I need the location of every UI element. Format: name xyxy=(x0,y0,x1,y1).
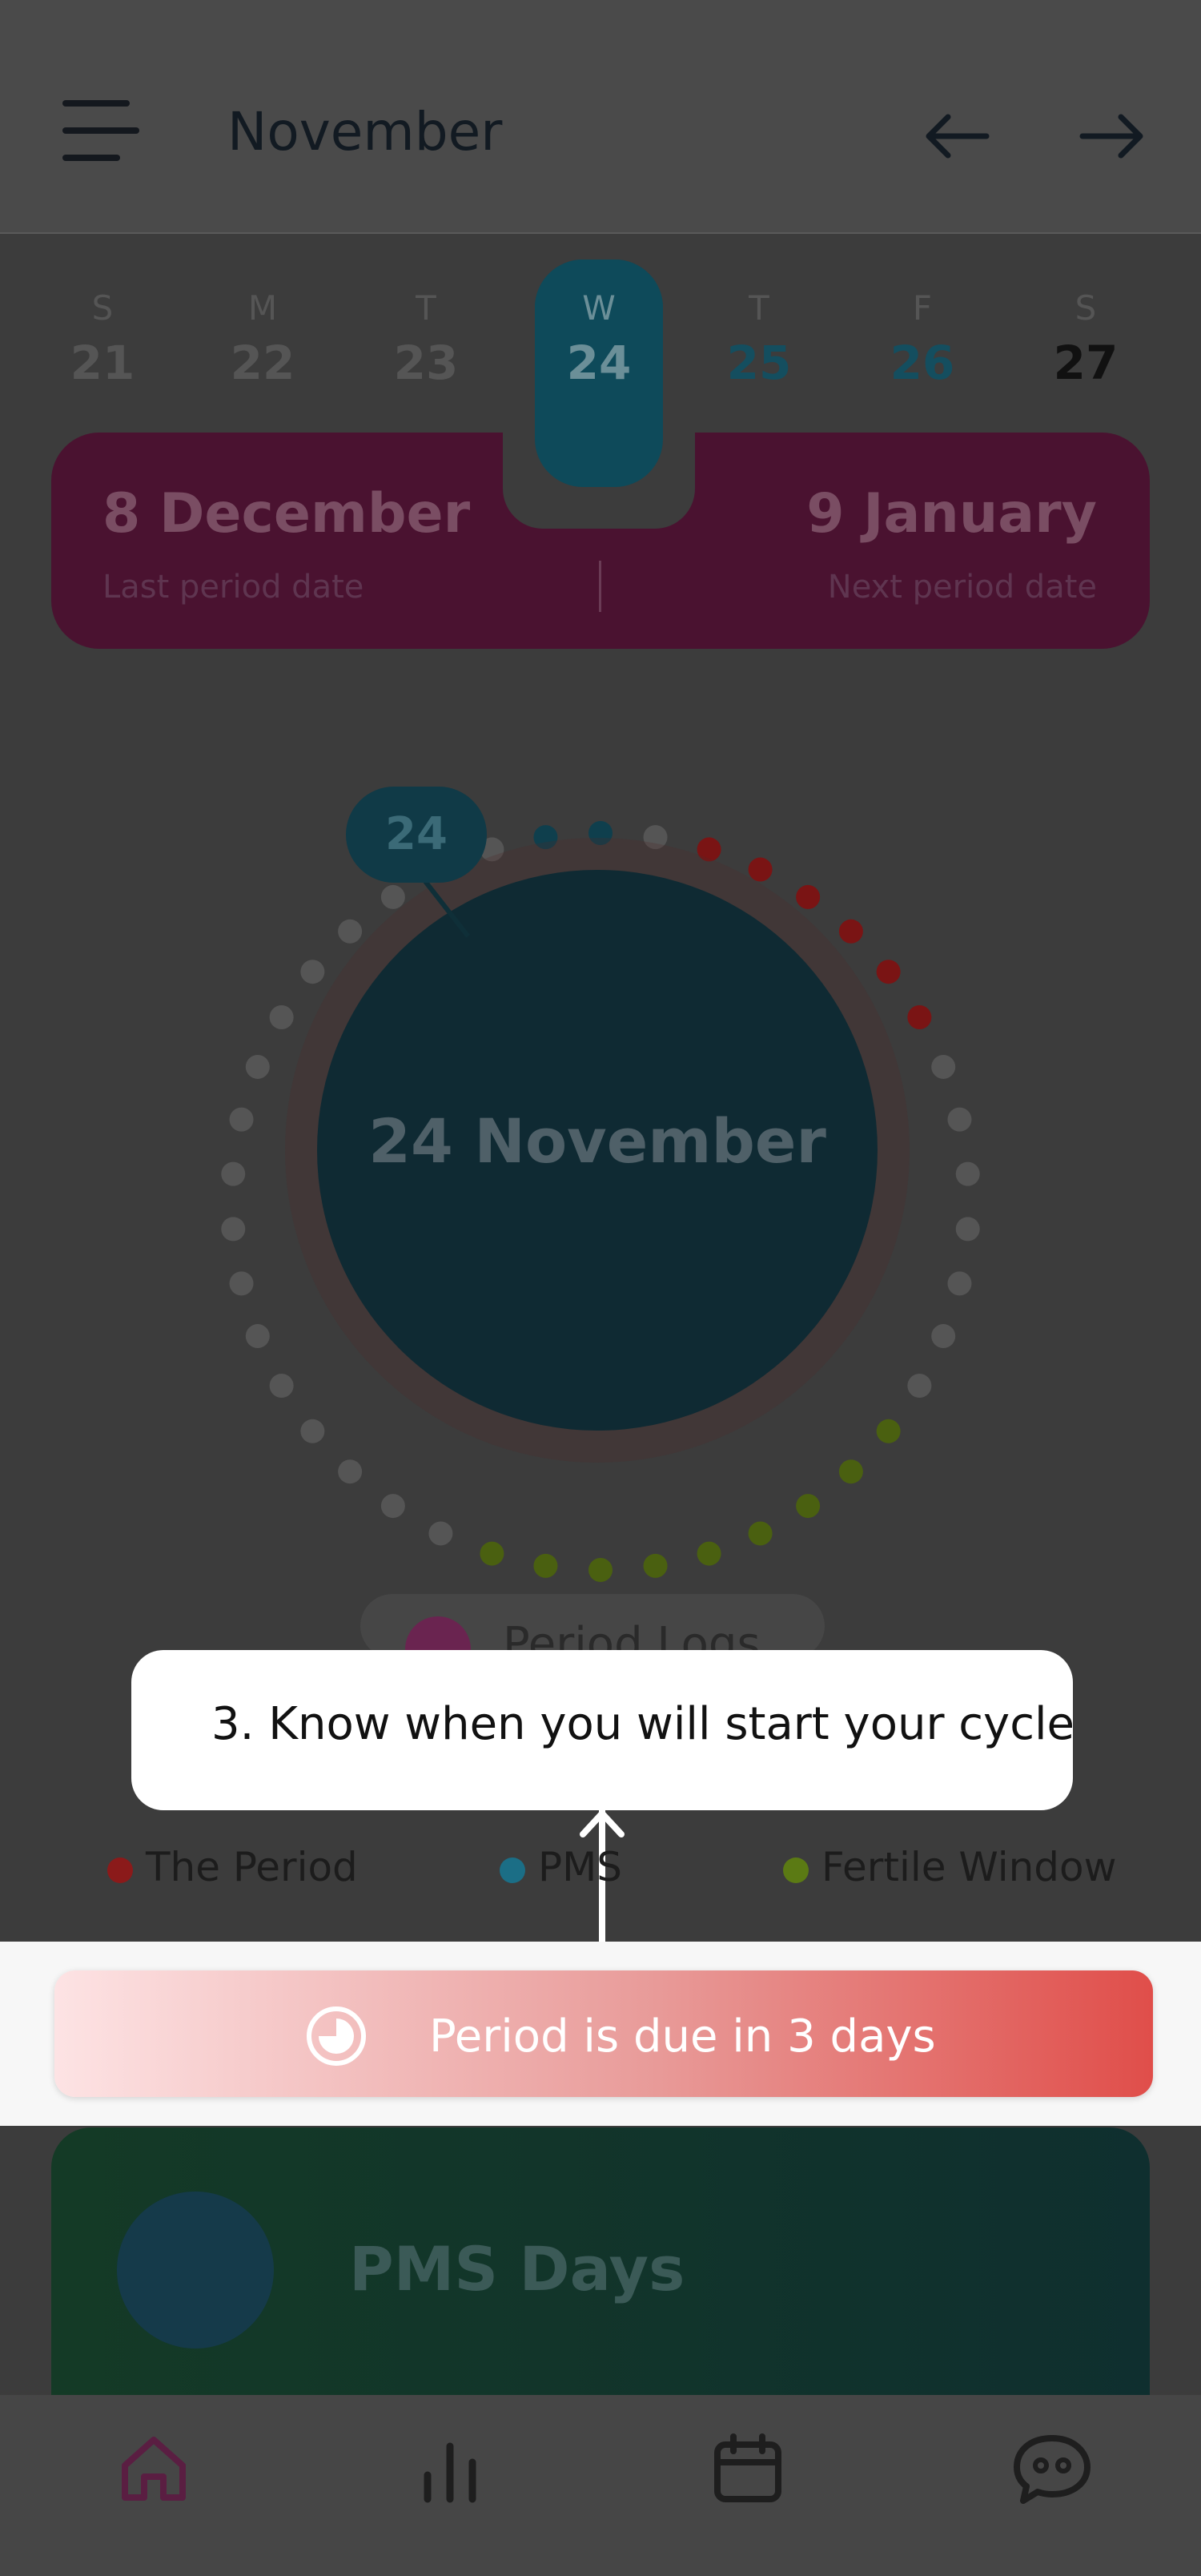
cycle-day-dot xyxy=(876,960,901,984)
cycle-day-dot xyxy=(796,884,821,909)
legend-fertile: Fertile Window xyxy=(783,1844,1117,1890)
day-mon[interactable]: M 22 xyxy=(199,288,327,390)
stats-icon[interactable] xyxy=(412,2430,488,2507)
cycle-day-dot xyxy=(533,1553,558,1578)
legend-dot xyxy=(500,1857,525,1883)
cycle-center-date: 24 November xyxy=(368,1105,826,1177)
day-number: 27 xyxy=(1053,336,1119,390)
cycle-day-dot xyxy=(533,825,558,850)
day-number: 21 xyxy=(70,336,135,390)
cycle-day-dot xyxy=(947,1107,972,1132)
chat-icon[interactable] xyxy=(1010,2427,1094,2510)
cycle-day-dot xyxy=(697,837,721,862)
cycle-day-dot xyxy=(907,1005,932,1029)
cycle-clock-icon xyxy=(307,2006,366,2066)
cycle-day-dot xyxy=(221,1161,246,1186)
cycle-day-dot xyxy=(955,1161,980,1186)
cycle-day-dot xyxy=(748,857,773,882)
cycle-day-dot xyxy=(697,1541,721,1566)
legend-label: Fertile Window xyxy=(821,1844,1117,1890)
cycle-day-dot xyxy=(245,1324,270,1349)
day-fri[interactable]: F 26 xyxy=(858,288,986,390)
cycle-day-dot xyxy=(643,825,668,850)
cycle-day-dot xyxy=(838,1459,863,1484)
next-period-date: 9 January xyxy=(806,482,1097,545)
cycle-day-dot xyxy=(300,960,325,984)
cycle-day-dot xyxy=(269,1005,294,1029)
cycle-day-dot xyxy=(907,1374,932,1398)
cycle-day-dot xyxy=(229,1107,254,1132)
month-title: November xyxy=(227,101,503,163)
day-number: 26 xyxy=(890,336,955,390)
day-of-week: F xyxy=(912,288,933,328)
tooltip-text: 3. Know when you will start your cycle xyxy=(211,1698,1074,1750)
cycle-day-dot xyxy=(480,1541,504,1566)
cycle-day-dot xyxy=(796,1494,821,1519)
selected-day-chip[interactable]: W 24 xyxy=(535,260,663,487)
home-icon[interactable] xyxy=(115,2430,192,2507)
day-sun[interactable]: S 21 xyxy=(38,288,167,390)
day-of-week: S xyxy=(1074,288,1097,328)
cycle-day-dot xyxy=(955,1217,980,1242)
day-tue[interactable]: T 23 xyxy=(362,288,490,390)
cycle-day-dot xyxy=(245,1054,270,1079)
cycle-day-dot xyxy=(876,1419,901,1443)
pms-face-icon xyxy=(117,2192,274,2349)
legend-pms: PMS xyxy=(500,1844,622,1890)
cycle-day-dot xyxy=(380,884,405,909)
cycle-day-dot xyxy=(588,1558,613,1582)
cycle-day-dot xyxy=(931,1324,956,1349)
last-period-date: 8 December xyxy=(102,482,471,545)
cycle-day-dot xyxy=(221,1217,246,1242)
legend-dot xyxy=(783,1857,809,1883)
cycle-day-dot xyxy=(229,1271,254,1296)
day-number: 25 xyxy=(726,336,792,390)
cycle-day-dot xyxy=(380,1494,405,1519)
last-period-label: Last period date xyxy=(102,569,364,606)
cycle-day-dot xyxy=(947,1271,972,1296)
day-of-week: W xyxy=(582,288,616,328)
cycle-day-dot xyxy=(838,919,863,944)
cycle-day-dot xyxy=(428,1521,453,1546)
pms-days-title: PMS Days xyxy=(349,2233,685,2304)
day-sat[interactable]: S 27 xyxy=(1022,288,1150,390)
legend-dot xyxy=(107,1857,133,1883)
app-header xyxy=(0,0,1201,234)
card-divider xyxy=(599,561,601,612)
menu-icon[interactable] xyxy=(62,100,139,161)
day-of-week: T xyxy=(749,288,769,328)
cycle-day-dot xyxy=(338,919,363,944)
cycle-day-dot xyxy=(588,821,613,845)
day-number: 24 xyxy=(566,336,632,390)
day-of-week: S xyxy=(91,288,114,328)
day-number: 22 xyxy=(230,336,295,390)
calendar-icon[interactable] xyxy=(709,2430,786,2507)
day-thu[interactable]: T 25 xyxy=(695,288,823,390)
day-of-week: T xyxy=(416,288,436,328)
arrow-left-icon[interactable] xyxy=(922,112,990,160)
day-number: 23 xyxy=(393,336,459,390)
legend-period: The Period xyxy=(107,1844,358,1890)
arrow-right-icon[interactable] xyxy=(1079,112,1147,160)
day-of-week: M xyxy=(247,288,278,328)
cycle-day-dot xyxy=(931,1054,956,1079)
period-due-text: Period is due in 3 days xyxy=(429,2010,936,2063)
legend-label: PMS xyxy=(538,1844,623,1890)
current-day-badge: 24 xyxy=(346,787,487,883)
legend-label: The Period xyxy=(146,1844,358,1890)
cycle-day-dot xyxy=(748,1521,773,1546)
next-period-label: Next period date xyxy=(827,569,1097,606)
cycle-day-dot xyxy=(338,1459,363,1484)
cycle-day-dot xyxy=(300,1419,325,1443)
cycle-day-dot xyxy=(643,1553,668,1578)
cycle-day-dot xyxy=(269,1374,294,1398)
